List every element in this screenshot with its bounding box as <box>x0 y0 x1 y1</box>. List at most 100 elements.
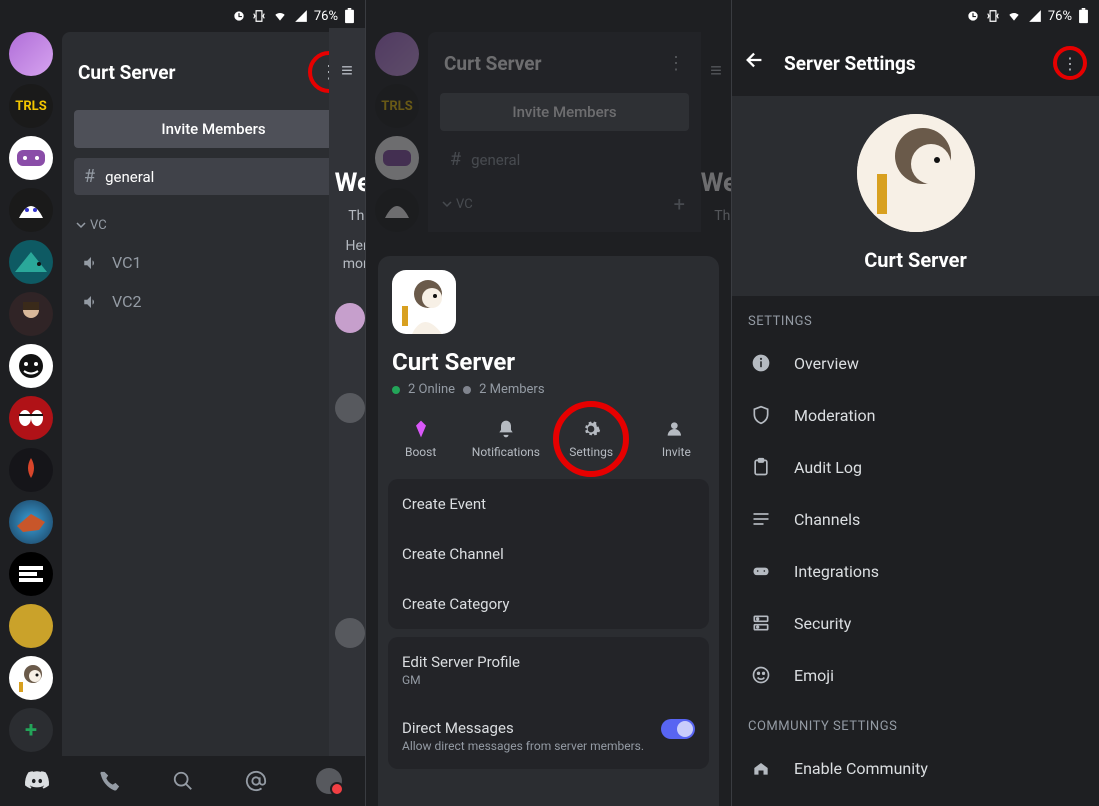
row-label: Overview <box>794 354 859 373</box>
avatar-fragment <box>335 303 365 333</box>
text-fragment: This <box>348 208 366 224</box>
server-icon[interactable] <box>9 240 53 284</box>
status-bar: 76% <box>0 0 365 28</box>
add-server-button[interactable]: + <box>9 708 53 752</box>
server-icon[interactable] <box>9 136 53 180</box>
voice-category-header[interactable]: vc + <box>62 199 365 243</box>
server-icon[interactable] <box>9 500 53 544</box>
clipboard-icon <box>750 457 772 477</box>
server-icon[interactable] <box>9 448 53 492</box>
speaker-icon <box>82 293 100 311</box>
server-icon[interactable] <box>9 604 53 648</box>
direct-messages-option[interactable]: Direct Messages Allow direct messages fr… <box>388 703 709 769</box>
server-icon[interactable] <box>9 292 53 336</box>
server-icon[interactable] <box>9 344 53 388</box>
at-icon <box>245 770 267 792</box>
create-event-option[interactable]: Create Event <box>388 479 709 529</box>
server-avatar[interactable] <box>857 114 975 232</box>
server-title: Curt Server <box>78 61 175 84</box>
settings-row-channels[interactable]: Channels <box>732 493 1099 545</box>
settings-more-button[interactable]: ⋮ <box>1053 46 1087 80</box>
highlight-circle <box>553 401 629 477</box>
server-icon[interactable] <box>9 188 53 232</box>
action-label: Boost <box>405 445 436 459</box>
welcome-fragment: We <box>335 168 366 198</box>
channel-panel: Curt Server ⋮ Invite Members # general v… <box>62 32 365 756</box>
alarm-icon <box>966 9 980 23</box>
highlight-circle <box>1053 46 1087 80</box>
server-icon[interactable] <box>9 396 53 440</box>
server-icon[interactable] <box>9 656 53 700</box>
nav-profile[interactable] <box>309 761 349 801</box>
page-title: Server Settings <box>784 52 1035 75</box>
menu-icon[interactable]: ≡ <box>329 58 365 83</box>
search-icon <box>172 770 194 792</box>
battery-icon <box>1078 8 1089 24</box>
settings-row-audit-log[interactable]: Audit Log <box>732 441 1099 493</box>
panel-channel-list: 76% TRLS <box>0 0 366 806</box>
text-channel-general[interactable]: # general <box>74 158 353 195</box>
boost-icon <box>411 419 431 439</box>
invite-members-button[interactable]: Invite Members <box>74 110 353 148</box>
voice-channel[interactable]: VC2 <box>62 282 365 321</box>
nav-calls[interactable] <box>90 761 130 801</box>
server-name-label: Curt Server <box>732 248 1099 272</box>
create-channel-option[interactable]: Create Channel <box>388 529 709 579</box>
voice-channel[interactable]: VC1 <box>62 243 365 282</box>
server-icon[interactable] <box>9 552 53 596</box>
text-fragment: more <box>343 256 366 272</box>
wifi-icon <box>272 9 288 23</box>
discord-icon <box>24 768 50 794</box>
row-label: Enable Community <box>794 759 928 778</box>
settings-row-overview[interactable]: Overview <box>732 337 1099 389</box>
notifications-action[interactable]: Notifications <box>466 419 546 459</box>
settings-action[interactable]: Settings <box>551 419 631 459</box>
row-label: Moderation <box>794 406 876 425</box>
server-rail: TRLS <box>0 28 62 756</box>
server-action-sheet: Curt Server 2 Online 2 Members Boost Not… <box>378 256 719 806</box>
server-avatar-section: Curt Server <box>732 96 1099 296</box>
online-count: 2 Online <box>408 382 455 397</box>
avatar <box>316 768 342 794</box>
server-icon[interactable] <box>9 32 53 76</box>
nav-search[interactable] <box>163 761 203 801</box>
row-label: Security <box>794 614 851 633</box>
voice-channel-label: VC2 <box>112 292 142 311</box>
invite-action[interactable]: Invite <box>636 419 716 459</box>
settings-row-emoji[interactable]: Emoji <box>732 649 1099 701</box>
create-category-option[interactable]: Create Category <box>388 579 709 629</box>
emoji-icon <box>750 665 772 685</box>
settings-row-enable-community[interactable]: Enable Community <box>732 742 1099 794</box>
nav-mentions[interactable] <box>236 761 276 801</box>
avatar-fragment <box>335 393 365 423</box>
battery-icon <box>344 8 355 24</box>
battery-percent: 76% <box>314 9 338 24</box>
panel-server-sheet: 76% TRLS Curt Server ⋮ Invite Members # … <box>366 0 732 806</box>
panel-server-settings: 76% Server Settings ⋮ Curt Server SETTIN… <box>732 0 1099 806</box>
settings-row-moderation[interactable]: Moderation <box>732 389 1099 441</box>
server-icon-glyph <box>750 613 772 633</box>
chevron-down-icon <box>76 220 86 230</box>
section-label-settings: SETTINGS <box>732 296 1099 337</box>
settings-row-integrations[interactable]: Integrations <box>732 545 1099 597</box>
info-icon <box>750 353 772 373</box>
row-label: Integrations <box>794 562 879 581</box>
controller-icon <box>750 561 772 581</box>
settings-row-security[interactable]: Security <box>732 597 1099 649</box>
speaker-icon <box>82 254 100 272</box>
online-dot-icon <box>392 386 400 394</box>
signal-icon <box>1028 9 1042 23</box>
list-icon <box>750 509 772 529</box>
sheet-server-title: Curt Server <box>378 334 719 382</box>
boost-action[interactable]: Boost <box>381 419 461 459</box>
option-sublabel: Allow direct messages from server member… <box>402 739 644 753</box>
bottom-nav <box>0 756 365 806</box>
back-button[interactable] <box>744 49 766 77</box>
nav-discord[interactable] <box>17 761 57 801</box>
community-icon <box>750 758 772 778</box>
signal-icon <box>294 9 308 23</box>
server-icon[interactable]: TRLS <box>9 84 53 128</box>
dm-toggle[interactable] <box>661 719 695 739</box>
edit-profile-option[interactable]: Edit Server Profile GM <box>388 637 709 703</box>
server-avatar <box>392 270 456 334</box>
